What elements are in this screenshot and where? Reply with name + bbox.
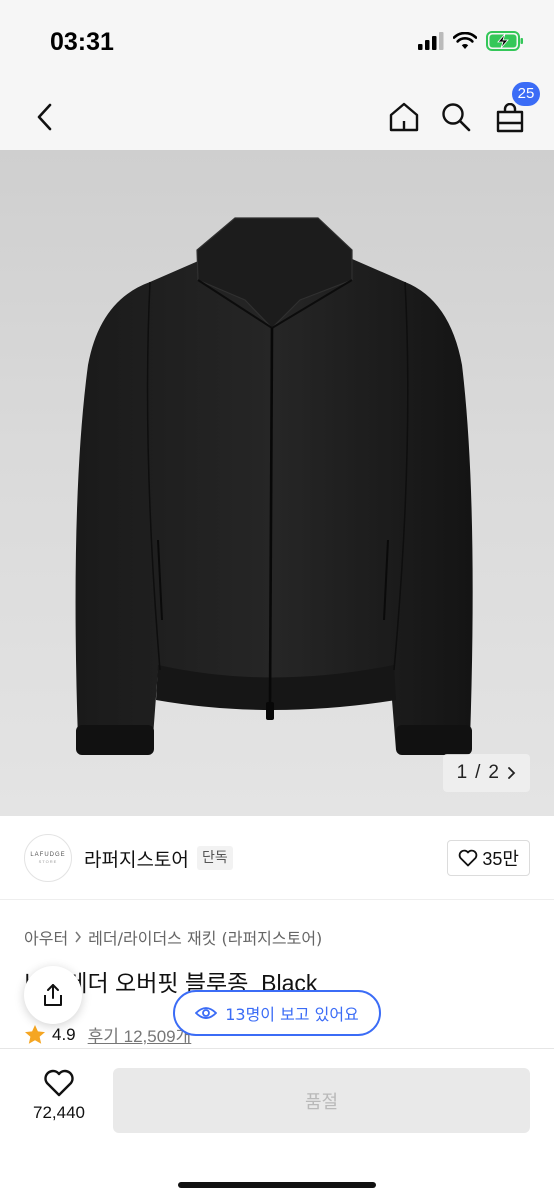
rating-value: 4.9 [52, 1024, 76, 1044]
viewers-text: 13명이 보고 있어요 [225, 1005, 359, 1024]
cart-icon [496, 103, 524, 133]
back-arrow-icon [37, 103, 52, 131]
store-like-button[interactable]: 35만 [447, 840, 530, 876]
back-button[interactable] [24, 94, 64, 140]
rating-row: 4.9 후기 12,509개 [24, 1022, 191, 1047]
product-image-carousel[interactable]: 1 / 2 [0, 150, 554, 816]
wishlist-count: 72,440 [33, 1103, 85, 1122]
search-button[interactable] [436, 94, 476, 140]
product-jacket-image [75, 217, 473, 755]
viewers-count-pill: 13명이 보고 있어요 [173, 990, 381, 1036]
search-icon [442, 103, 471, 132]
image-counter-current: 1 [456, 762, 468, 783]
heart-icon [44, 1069, 74, 1097]
status-icons [418, 31, 524, 51]
store-name[interactable]: 라퍼지스토어 [84, 845, 189, 872]
cart-count-badge: 25 [512, 82, 540, 106]
store-row: LAFUDGE STORE 라퍼지스토어 단독 35만 [0, 816, 554, 900]
status-time: 03:31 [50, 28, 114, 56]
signal-icon [418, 32, 444, 50]
breadcrumb-category[interactable]: 아우터 [24, 925, 68, 949]
store-logo-text: LAFUDGE [30, 852, 66, 858]
image-counter[interactable]: 1 / 2 [442, 754, 530, 792]
store-logo-sub: STORE [38, 859, 58, 864]
chevron-right-icon [75, 931, 82, 943]
image-counter-total: 2 [488, 762, 499, 783]
reviews-link[interactable]: 후기 12,509개 [88, 1022, 192, 1047]
exclusive-badge: 단독 [197, 846, 233, 870]
share-icon [44, 984, 62, 1006]
home-button[interactable] [384, 94, 424, 140]
sold-out-button[interactable]: 품절 [113, 1068, 530, 1133]
wishlist-button[interactable]: 72,440 [24, 1069, 94, 1131]
star-icon [25, 1025, 45, 1044]
share-button[interactable] [24, 966, 82, 1024]
chevron-right-icon [508, 767, 516, 779]
battery-charging-icon [486, 31, 523, 51]
breadcrumb: 아우터 레더/라이더스 재킷 (라퍼지스토어) [24, 925, 322, 949]
status-bar: 03:31 [0, 0, 554, 88]
store-like-count: 35만 [482, 849, 519, 869]
home-icon [389, 102, 419, 132]
nav-bar: 25 [0, 82, 554, 150]
breadcrumb-subcategory[interactable]: 레더/라이더스 재킷 (라퍼지스토어) [88, 925, 322, 949]
image-counter-separator: / [475, 762, 481, 783]
home-indicator [178, 1182, 376, 1188]
eye-icon [195, 1007, 218, 1019]
wifi-icon [453, 32, 477, 49]
heart-icon [459, 849, 478, 867]
bottom-action-bar: 72,440 품절 [0, 1048, 554, 1200]
cart-button[interactable]: 25 [490, 82, 540, 140]
store-logo[interactable]: LAFUDGE STORE [24, 834, 72, 882]
